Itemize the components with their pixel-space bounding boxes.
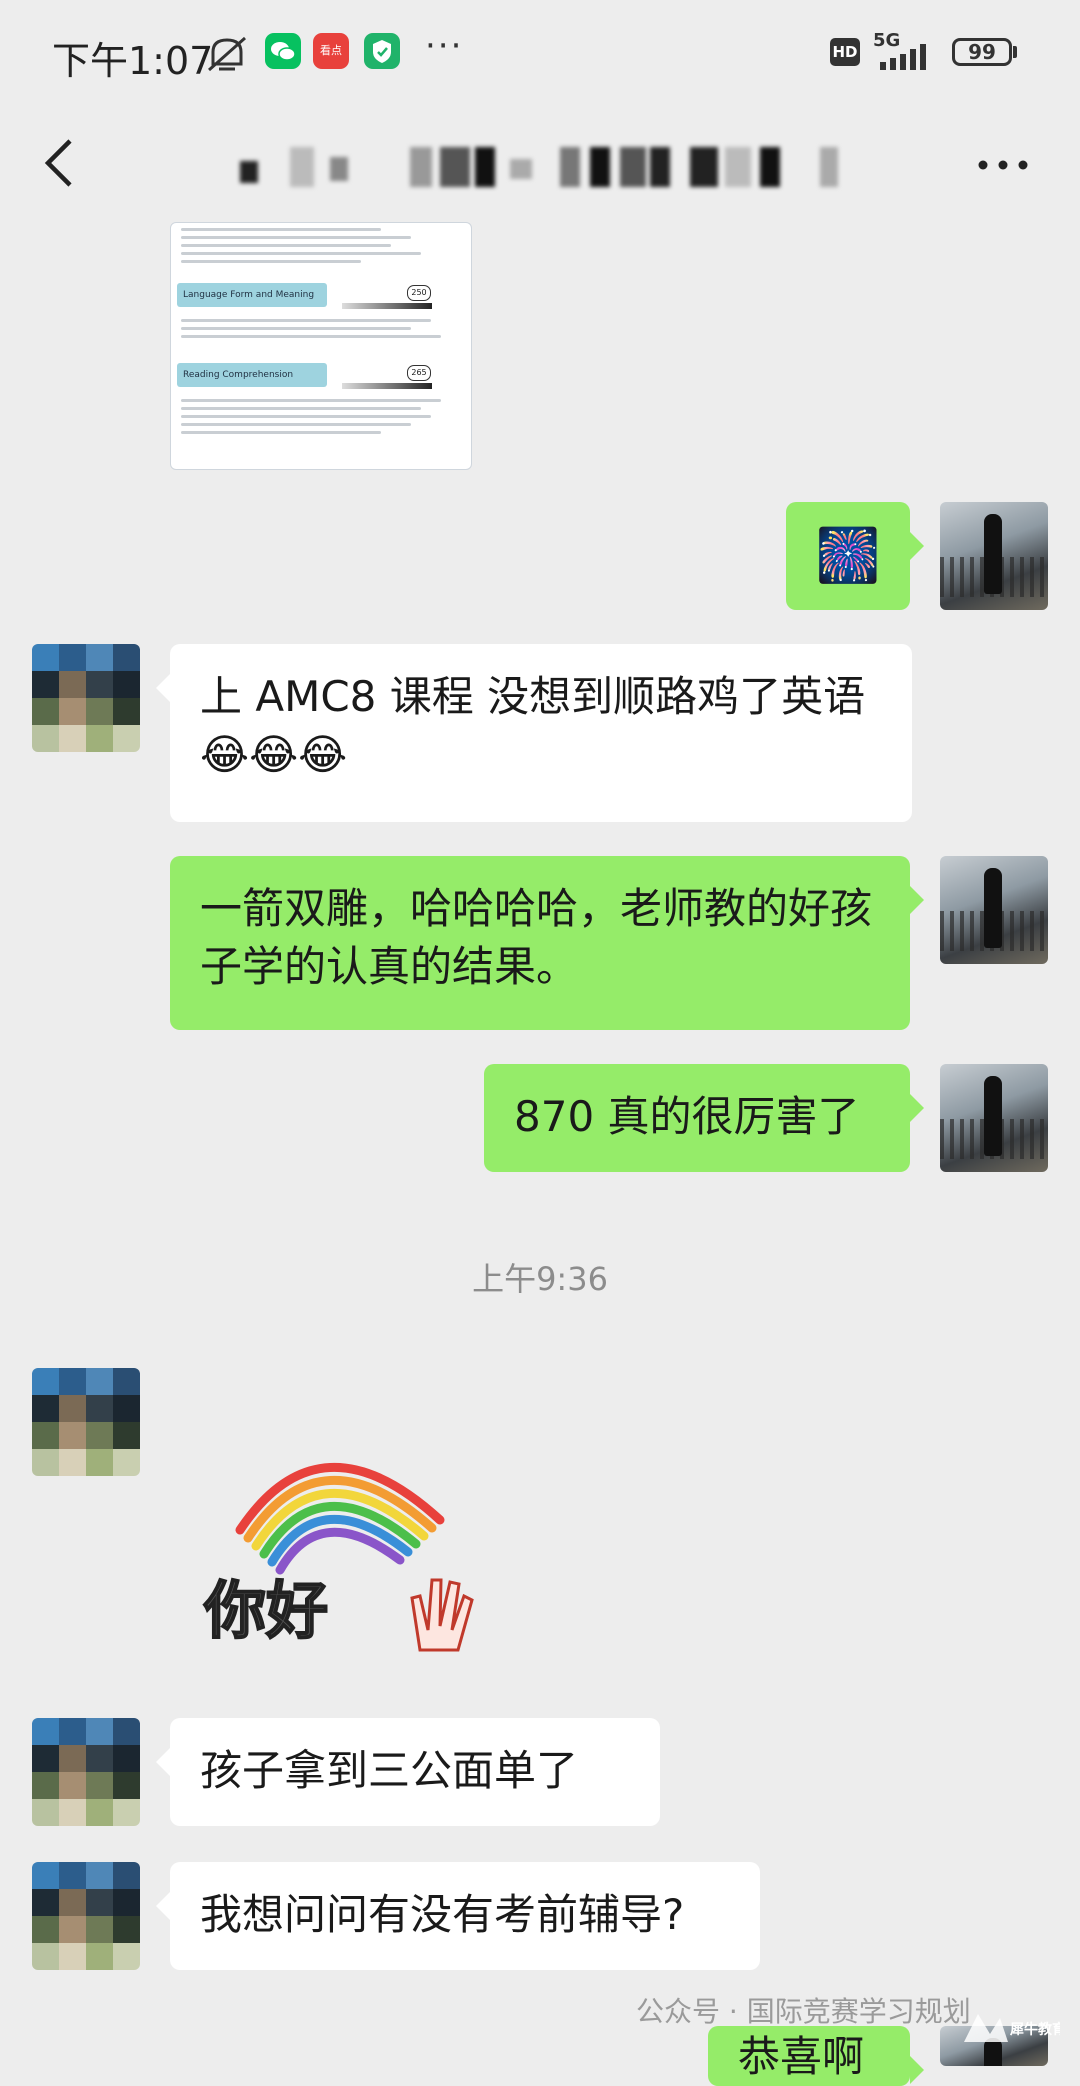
chat-title-redacted	[180, 137, 880, 197]
status-bar: 下午1:07 看点 ··· HD 5G 99	[0, 0, 1080, 105]
avatar-contact[interactable]	[32, 1718, 140, 1826]
message-bubble-self[interactable]: 🎆	[786, 502, 924, 610]
message-text: 上 AMC8 课程 没想到顺路鸡了英语😂😂😂	[200, 672, 866, 779]
doc-section-2-title: Language Form and Meaning	[177, 283, 327, 307]
message-text: 一箭双雕，哈哈哈哈，老师教的好孩子学的认真的结果。	[200, 884, 873, 991]
doc-section-3-title: Reading Comprehension	[177, 363, 327, 387]
avatar-self[interactable]	[940, 856, 1048, 964]
watermark-text: 公众号 · 国际竞赛学习规划	[636, 1995, 971, 2028]
avatar-contact[interactable]	[32, 1862, 140, 1970]
back-chevron-icon[interactable]	[40, 133, 80, 193]
notification-more-icon: ···	[425, 26, 464, 66]
message-bubble-self[interactable]: 一箭双雕，哈哈哈哈，老师教的好孩子学的认真的结果。	[170, 856, 924, 1030]
sticker-text: 你好	[203, 1574, 328, 1647]
message-bubble-contact[interactable]: 我想问问有没有考前辅导?	[156, 1862, 760, 1970]
battery-icon: 99	[952, 38, 1012, 66]
doc-section-1	[177, 223, 463, 263]
kandian-icon: 看点	[313, 33, 349, 69]
battery-level: 99	[968, 40, 996, 64]
score-report-image[interactable]: Language Form and Meaning 250 Reading Co…	[170, 222, 472, 470]
timestamp: 上午9:36	[472, 1260, 608, 1298]
status-time: 下午1:07	[52, 39, 214, 83]
shield-icon	[364, 33, 400, 69]
doc-section-2: Language Form and Meaning 250	[177, 283, 463, 338]
message-text: 孩子拿到三公面单了	[200, 1746, 579, 1795]
mute-icon	[208, 36, 246, 72]
more-dots-icon[interactable]	[975, 145, 1031, 185]
avatar-self[interactable]	[940, 502, 1048, 610]
hd-badge: HD	[830, 38, 860, 66]
chat-header	[0, 105, 1080, 225]
watermark-logo-text: 犀牛教育	[1009, 2021, 1060, 2038]
message-text: 恭喜啊	[738, 2032, 865, 2081]
doc-section-2-score: 250	[407, 285, 431, 301]
message-text: 我想问问有没有考前辅导?	[200, 1890, 685, 1939]
firework-emoji: 🎆	[815, 526, 881, 586]
avatar-self[interactable]	[940, 1064, 1048, 1172]
message-text: 870 真的很厉害了	[514, 1092, 860, 1141]
message-bubble-contact[interactable]: 孩子拿到三公面单了	[156, 1718, 660, 1826]
message-bubble-self[interactable]: 恭喜啊	[708, 2026, 924, 2086]
battery-tip	[1013, 46, 1017, 58]
avatar-contact[interactable]	[32, 1368, 140, 1476]
wechat-icon	[265, 33, 301, 69]
doc-section-3: Reading Comprehension 265	[177, 363, 463, 434]
rhino-logo-icon: 犀牛教育	[964, 2014, 1066, 2042]
signal-icon	[880, 44, 926, 70]
hello-rainbow-sticker[interactable]: 你好	[200, 1420, 500, 1660]
message-bubble-contact[interactable]: 上 AMC8 课程 没想到顺路鸡了英语😂😂😂	[156, 644, 912, 822]
doc-section-3-score: 265	[407, 365, 431, 381]
message-bubble-self[interactable]: 870 真的很厉害了	[484, 1064, 924, 1172]
avatar-contact[interactable]	[32, 644, 140, 752]
watermark-logo: 犀牛教育	[960, 2008, 1066, 2052]
